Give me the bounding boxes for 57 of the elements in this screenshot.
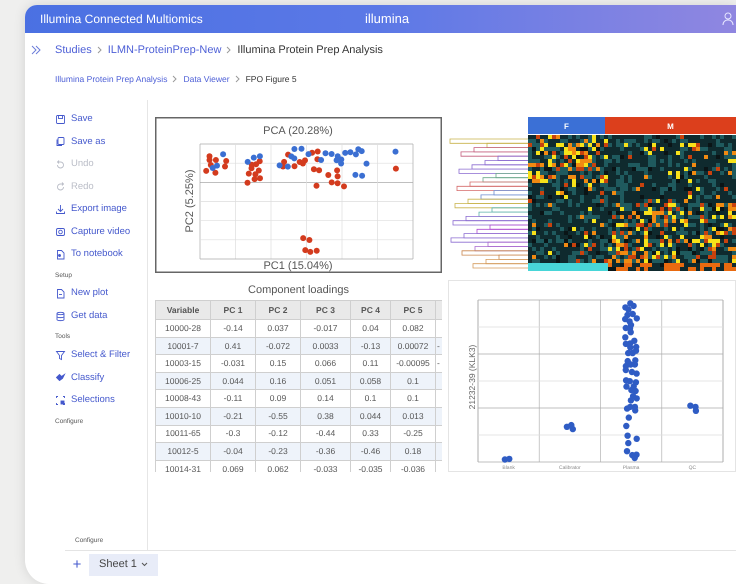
breadcrumb-current: Illumina Protein Prep Analysis — [237, 42, 383, 58]
tool-icon — [55, 181, 66, 192]
tool-icon — [55, 394, 66, 406]
tool-icon — [55, 204, 66, 215]
table-cell: -0.036 — [391, 460, 436, 472]
sidebar-item[interactable]: To notebook — [55, 243, 147, 266]
user-icon[interactable] — [722, 12, 734, 26]
tool-icon — [55, 136, 66, 148]
axis-label: PC2 (5.25%) — [184, 170, 196, 232]
data-point — [392, 166, 399, 172]
table-cell: 0.062 — [256, 460, 301, 472]
sidebar-item[interactable]: Save — [55, 108, 147, 130]
data-point — [314, 182, 320, 189]
data-point — [634, 436, 640, 442]
data-point — [623, 422, 630, 430]
sidebar-item[interactable]: Classify — [55, 366, 147, 389]
breadcrumb-link[interactable]: Illumina Protein Prep Analysis — [55, 72, 168, 86]
chevron-icon — [96, 46, 103, 54]
table-cell: 10014-31 — [156, 460, 211, 472]
sidebar-item[interactable]: Selections — [55, 389, 147, 412]
table-title: Component loadings — [247, 283, 350, 298]
tool-icon — [55, 310, 66, 322]
product-name: Illumina Connected Multiomics — [40, 11, 203, 28]
tool-icon — [55, 372, 66, 384]
axis-label: PC1 (15.04%) — [263, 260, 333, 272]
chevron-icon — [226, 46, 232, 54]
table-cell: -0.033 — [301, 460, 351, 472]
sidebar-item[interactable]: Capture video — [55, 220, 147, 243]
axis-label: 21232-39 (KLK3) — [467, 344, 477, 410]
chart-title: PCA (20.28%) — [263, 125, 333, 137]
tool-icon — [55, 114, 66, 125]
add-sheet-button[interactable]: + — [65, 557, 89, 572]
tool-icon — [55, 226, 66, 238]
tool-icon — [55, 248, 66, 260]
chevron-icon — [234, 75, 241, 83]
breadcrumb-current: FPO Figure 5 — [246, 72, 297, 86]
data-point — [392, 148, 398, 155]
sidebar-item[interactable]: New plot — [55, 282, 147, 305]
chevron-icon — [140, 562, 148, 567]
sheet-tab[interactable]: Sheet 1 — [89, 554, 158, 576]
sidebar-item[interactable]: Export image — [55, 198, 147, 220]
data-point — [364, 160, 370, 167]
sidebar-item[interactable]: Save as — [55, 130, 147, 153]
sidebar-item[interactable]: Get data — [55, 304, 147, 328]
tool-icon — [55, 288, 66, 299]
tool-icon — [55, 158, 66, 170]
breadcrumb-link[interactable]: Studies — [55, 42, 92, 58]
tool-icon — [55, 350, 66, 361]
sidebar-item[interactable]: Select & Filter — [55, 344, 147, 366]
chevron-icon — [172, 75, 178, 83]
logo-text: illumina — [365, 10, 410, 28]
group-header: F — [528, 117, 605, 134]
table-cell: -0.035 — [351, 460, 391, 472]
breadcrumb-link[interactable]: Data Viewer — [183, 72, 230, 86]
table-cell: 0.069 — [211, 460, 256, 472]
group-header: M — [605, 117, 736, 134]
breadcrumb-link[interactable]: ILMN-ProteinPrep-New — [108, 42, 222, 58]
